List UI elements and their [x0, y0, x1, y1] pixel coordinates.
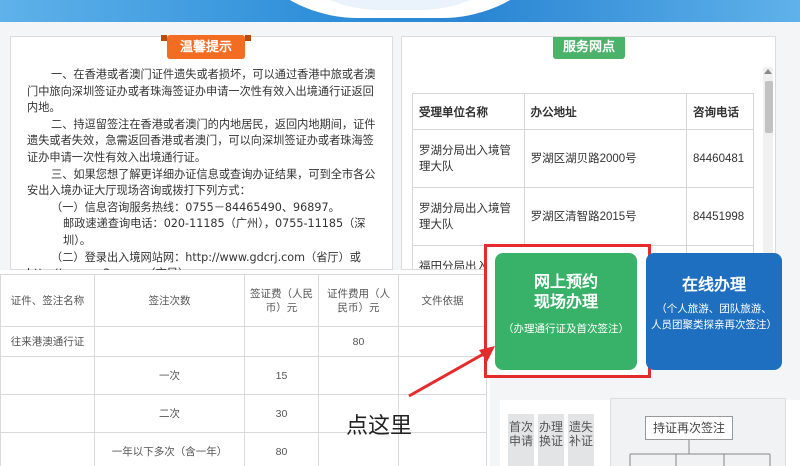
fee-col-cert-fee: 证件费用（人民币）元	[318, 274, 399, 327]
appointment-subtitle: （办理通行证及首次签注）	[503, 323, 629, 335]
flow-first-apply[interactable]: 首次申请	[508, 414, 534, 466]
fee-cell: 80	[244, 432, 319, 466]
tips-title-tab: 温馨提示	[161, 35, 251, 59]
fee-cell	[318, 356, 399, 395]
tips-paragraph-1: 一、在香港或者澳门证件遗失或者损坏，可以通过香港中旅或者澳门中旅向深圳签证办或者…	[27, 68, 376, 115]
fee-cell: 往来港澳通行证	[0, 326, 95, 357]
col-address: 办公地址	[523, 93, 687, 130]
service-panel: 服务网点 受理单位名称 办公地址 咨询电话 罗湖分局出入境管理大队 罗湖区湖贝路…	[401, 36, 776, 270]
service-scroll-thumb[interactable]	[765, 81, 773, 133]
appointment-title-line2: 现场办理	[533, 294, 598, 311]
online-subtitle-line1: （个人旅游、团队旅游、	[656, 303, 772, 315]
cell-phone: 84460481	[685, 129, 755, 188]
flow-re-endorse-box[interactable]: 持证再次签注	[645, 416, 733, 440]
tips-panel: 温馨提示 一、在香港或者澳门证件遗失或者损坏，可以通过香港中旅或者澳门中旅向深圳…	[10, 35, 393, 280]
fee-cell	[244, 326, 319, 357]
scroll-up-arrow-icon[interactable]	[764, 69, 772, 74]
fee-col-name: 证件、签注名称	[0, 274, 95, 327]
fee-cell: 二次	[94, 394, 245, 433]
click-here-caption: 点这里	[346, 414, 413, 439]
fee-cell: 15	[244, 356, 319, 395]
cell-unit: 罗湖分局出入境管理大队	[412, 187, 525, 246]
table-row: 罗湖分局出入境管理大队 罗湖区湖贝路2000号 84460481	[412, 129, 755, 188]
fee-cell: 80	[318, 326, 399, 357]
fee-cell: 一次	[94, 356, 245, 395]
tips-paragraph-3: 三、如果您想了解更详细办证信息或查询办证结果，可到全市各公安出入境办证大厅现场咨…	[27, 167, 376, 198]
fee-col-basis: 文件依据	[398, 274, 487, 327]
fee-cell	[0, 356, 95, 395]
fee-table-header: 证件、签注名称 签注次数 签证费（人民币）元 证件费用（人民币）元 文件依据	[0, 274, 487, 327]
cell-address: 罗湖区清智路2015号	[523, 187, 687, 246]
fee-cell	[94, 326, 245, 357]
col-phone: 咨询电话	[685, 93, 755, 130]
cell-address: 罗湖区湖贝路2000号	[523, 129, 687, 188]
page-body: 温馨提示 一、在香港或者澳门证件遗失或者损坏，可以通过香港中旅或者澳门中旅向深圳…	[0, 22, 800, 466]
fee-cell	[0, 432, 95, 466]
service-table-header: 受理单位名称 办公地址 咨询电话	[412, 93, 755, 130]
table-row: 二次 30	[0, 394, 487, 433]
cell-unit: 罗湖分局出入境管理大队	[412, 129, 525, 188]
flow-renew-cert[interactable]: 办理换证	[538, 414, 564, 466]
tips-paragraph-2: 二、持逗留签注在香港或者澳门的内地居民，返回内地期间，证件遗失或者失效，急需返回…	[27, 117, 376, 164]
service-title-tab: 服务网点	[553, 37, 625, 59]
fee-cell: 一年以下多次（含一年）	[94, 432, 245, 466]
appointment-title-line1: 网上预约	[533, 274, 598, 291]
fee-col-visa-fee: 签证费（人民币）元	[244, 274, 319, 327]
fee-cell	[0, 394, 95, 433]
online-title: 在线办理	[681, 277, 746, 294]
cell-phone: 84451998	[685, 187, 755, 246]
top-banner	[0, 0, 800, 22]
tips-text: 一、在香港或者澳门证件遗失或者损坏，可以通过香港中旅或者澳门中旅向深圳签证办或者…	[27, 67, 383, 283]
col-unit-name: 受理单位名称	[412, 93, 525, 130]
table-row: 罗湖分局出入境管理大队 罗湖区清智路2015号 84451998	[412, 187, 755, 246]
tips-contact-hotline: （一）信息咨询服务热线：0755－84465490、96897。	[51, 200, 340, 214]
tips-contact-post: 邮政速递查询电话：020-11185（广州），0755-11185（深圳）。	[63, 217, 366, 247]
fee-col-times: 签注次数	[94, 274, 245, 327]
online-subtitle-line2: 人员团聚类探亲再次签注）	[651, 319, 777, 331]
flow-lost-replace[interactable]: 遗失补证	[568, 414, 594, 466]
table-row: 一年以下多次（含一年） 80	[0, 432, 487, 466]
fee-cell: 30	[244, 394, 319, 433]
flow-connector-lines	[629, 440, 771, 466]
online-processing-button[interactable]: 在线办理 （个人旅游、团队旅游、 人员团聚类探亲再次签注）	[646, 253, 782, 370]
online-appointment-button[interactable]: 网上预约 现场办理 （办理通行证及首次签注）	[495, 253, 637, 370]
pointer-arrow-icon	[408, 346, 495, 398]
